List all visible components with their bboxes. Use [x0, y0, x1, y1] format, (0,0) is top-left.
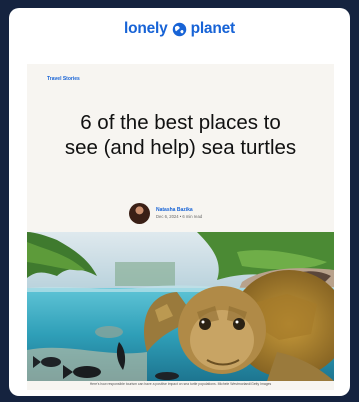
- author-avatar[interactable]: [129, 202, 150, 224]
- headline-line-1: 6 of the best places to: [80, 111, 281, 134]
- category-link[interactable]: Travel Stories: [47, 76, 80, 82]
- logo-text-lonely: lonely: [123, 20, 168, 37]
- globe-icon: [172, 22, 186, 36]
- hero-image-sea-turtle: [27, 232, 334, 381]
- headline-line-2: see (and help) sea turtles: [64, 136, 297, 159]
- article-preview[interactable]: Travel Stories 6 of the best places to s…: [27, 64, 334, 390]
- hero-caption: Here's how responsible tourism can have …: [89, 382, 272, 386]
- article-headline[interactable]: 6 of the best places to see (and help) s…: [27, 110, 334, 160]
- logo-text-planet: planet: [190, 20, 236, 37]
- lonely-planet-logo[interactable]: lonely planet: [9, 16, 350, 42]
- author-name[interactable]: Natasha Bazika: [156, 207, 202, 214]
- byline-text: Natasha Bazika Dec 6, 2024 • 6 min read: [156, 207, 202, 220]
- article-card: lonely planet Travel Stories 6 of the be…: [9, 8, 350, 396]
- article-meta: Dec 6, 2024 • 6 min read: [156, 213, 203, 219]
- byline: Natasha Bazika Dec 6, 2024 • 6 min read: [129, 202, 202, 224]
